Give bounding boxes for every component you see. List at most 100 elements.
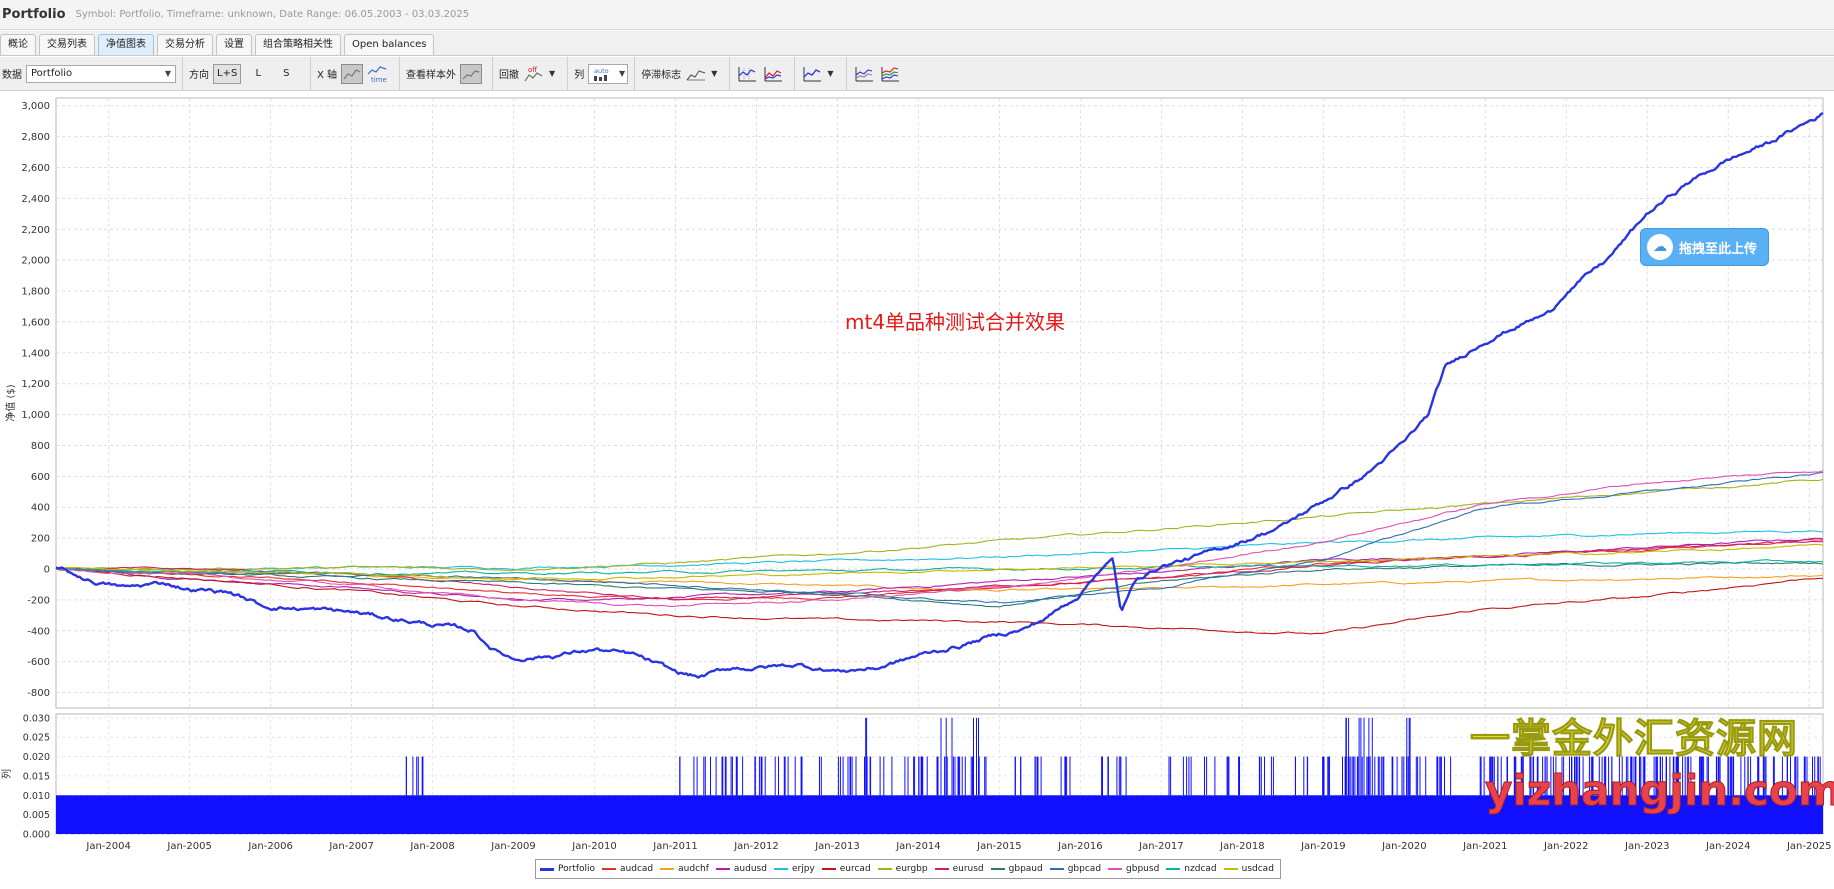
multi-series-icon[interactable] [879,64,901,84]
column-select[interactable]: auto ▼ [588,63,629,84]
column-icon-text: auto [594,67,609,75]
y-tick-label: 2,400 [21,194,50,205]
chart-toolbar: 数据 Portfolio ▼ 方向 L+S L S X 轴 time 查看样本外 [0,57,1834,91]
y-tick-label: 2,200 [21,225,50,236]
tab-portfolio-correlation[interactable]: 组合策略相关性 [255,34,341,55]
legend-swatch [877,868,892,870]
oos-chart-icon[interactable] [460,63,483,84]
compare-chart-icon[interactable] [853,64,875,84]
y-tick-label: -200 [27,595,50,606]
legend-label: usdcad [1241,864,1274,874]
sub-y-axis-label: 列 [0,769,13,779]
oos-label: 查看样本外 [406,70,457,81]
chart-view-group [730,57,796,90]
direction-long-button[interactable]: L [247,64,269,84]
data-select[interactable]: Portfolio ▼ [26,64,176,83]
legend-label: gbpaud [1008,864,1043,874]
legend-label: nzdcad [1184,864,1217,874]
legend-label: audusd [733,864,767,874]
data-label: 数据 [2,70,22,81]
stagnation-group: 停滞标志 ▼ [635,57,731,90]
x-tick-label: Jan-2019 [1300,841,1345,852]
legend-swatch [821,868,836,870]
legend-label: audchf [678,864,709,874]
x-tick-label: Jan-2016 [1057,841,1102,852]
x-tick-label: Jan-2005 [166,841,211,852]
y-axis-label: 净值 ($) [4,384,17,421]
legend-item-usdcad: usdcad [1223,864,1274,874]
drawdown-dropdown-icon[interactable]: ▼ [549,69,555,78]
y-tick-label: 0 [44,565,50,576]
equity-line-icon[interactable] [801,64,823,84]
x-tick-label: Jan-2020 [1381,841,1426,852]
line-chart-icon[interactable] [762,64,784,84]
legend-label: erjpy [791,864,815,874]
direction-ls-button[interactable]: L+S [213,63,242,84]
title-bar: Portfolio Symbol: Portfolio, Timeframe: … [0,0,1834,30]
x-tick-label: Jan-2009 [490,841,535,852]
y-tick-label: 600 [31,472,50,483]
legend-item-audcad: audcad [602,864,653,874]
legend-item-gbpcad: gbpcad [1049,864,1101,874]
oos-group: 查看样本外 [400,57,494,90]
legend-swatch [1166,868,1181,870]
x-tick-label: Jan-2008 [409,841,454,852]
tab-trade-list[interactable]: 交易列表 [39,34,95,55]
direction-label: 方向 [189,70,209,81]
legend-swatch [660,868,675,870]
sub-y-tick-label: 0.005 [23,810,50,821]
y-tick-label: 1,000 [21,410,50,421]
legend-item-audchf: audchf [660,864,709,874]
y-tick-label: 400 [31,503,50,514]
legend-swatch [1108,868,1123,870]
sub-y-tick-label: 0.015 [23,771,50,782]
watermark-en: yizhangjin.com [1485,766,1834,816]
y-tick-label: 200 [31,534,50,545]
window-title: Portfolio [2,7,66,22]
column-label: 列 [574,70,585,81]
drawdown-group: 回撤 off ▼ [493,57,569,90]
stagnation-icon[interactable] [685,64,707,84]
legend-item-gbpusd: gbpusd [1108,864,1159,874]
legend-item-eurcad: eurcad [821,864,871,874]
legend-item-portfolio: Portfolio [540,864,595,874]
upload-button-label: 拖拽至此上传 [1679,241,1758,257]
y-tick-label: 2,800 [21,132,50,143]
tab-equity-chart[interactable]: 净值图表 [98,34,154,55]
legend-item-eurgbp: eurgbp [877,864,928,874]
y-tick-label: 1,400 [21,348,50,359]
drawdown-off-icon[interactable]: off [523,64,545,84]
chart-mode-dropdown-icon[interactable]: ▼ [827,69,833,78]
legend-label: eurusd [952,864,984,874]
x-tick-label: Jan-2012 [733,841,778,852]
y-tick-label: 2,000 [21,256,50,267]
chart-annotation: mt4单品种测试合并效果 [845,310,1066,334]
window-subtitle: Symbol: Portfolio, Timeframe: unknown, D… [75,9,470,20]
legend-swatch [934,868,949,870]
sub-y-tick-label: 0.000 [23,830,50,841]
legend-label: eurcad [839,864,871,874]
xaxis-trades-icon[interactable] [341,63,364,84]
y-tick-label: 3,000 [21,101,50,112]
xaxis-time-icon[interactable]: time [367,64,389,84]
x-tick-label: Jan-2025 [1786,841,1831,852]
upload-button[interactable]: ☁ 拖拽至此上传 [1640,228,1769,266]
tab-overview[interactable]: 概论 [0,34,36,55]
legend-swatch [540,867,554,871]
y-tick-label: 1,200 [21,379,50,390]
grid-chart-icon[interactable] [736,64,758,84]
xaxis-label: X 轴 [317,70,338,81]
legend-swatch [990,868,1005,870]
chart-mode-group: ▼ [795,57,847,90]
y-tick-label: 1,800 [21,287,50,298]
legend-swatch [1049,868,1064,870]
legend-swatch [1223,868,1238,870]
tab-trade-analysis[interactable]: 交易分析 [157,34,213,55]
legend-swatch [773,868,788,870]
direction-group: 方向 L+S L S [183,57,311,90]
direction-short-button[interactable]: S [275,64,297,84]
tab-open-balances[interactable]: Open balances [344,34,435,55]
tab-settings[interactable]: 设置 [216,34,252,55]
data-select-value: Portfolio [31,68,73,79]
stagnation-dropdown-icon[interactable]: ▼ [711,69,717,78]
